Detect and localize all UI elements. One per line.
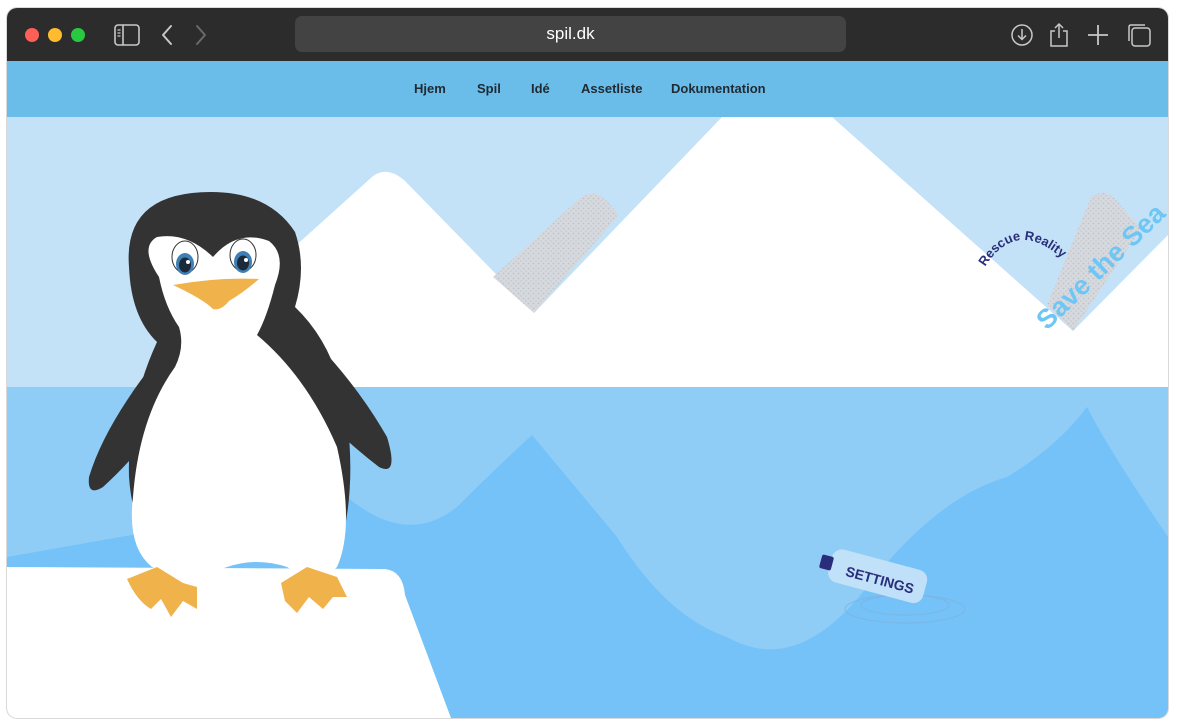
maximize-window-button[interactable]: [71, 28, 85, 42]
browser-window: spil.dk Hjem Spil Idé Assetliste Dokumen…: [7, 8, 1168, 718]
nav-item-ide[interactable]: Idé: [531, 81, 550, 96]
back-icon[interactable]: [153, 21, 181, 49]
nav-item-spil[interactable]: Spil: [477, 81, 501, 96]
site-navbar: Hjem Spil Idé Assetliste Dokumentation: [7, 61, 1168, 117]
address-bar[interactable]: spil.dk: [295, 16, 846, 52]
minimize-window-button[interactable]: [48, 28, 62, 42]
sidebar-icon[interactable]: [113, 21, 141, 49]
new-tab-icon[interactable]: [1084, 21, 1112, 49]
forward-icon[interactable]: [187, 21, 215, 49]
url-text: spil.dk: [546, 24, 595, 43]
close-window-button[interactable]: [25, 28, 39, 42]
download-icon[interactable]: [1008, 21, 1036, 49]
tabs-overview-icon[interactable]: [1125, 21, 1153, 49]
ice-floe: [7, 567, 451, 718]
nav-item-hjem[interactable]: Hjem: [414, 81, 446, 96]
nav-item-dokumentation[interactable]: Dokumentation: [671, 81, 766, 96]
nav-item-assetliste[interactable]: Assetliste: [581, 81, 642, 96]
browser-titlebar: spil.dk: [7, 8, 1168, 61]
game-scene: Rescue Reality Save the Sea SETTINGS: [7, 117, 1168, 718]
share-icon[interactable]: [1045, 21, 1073, 49]
